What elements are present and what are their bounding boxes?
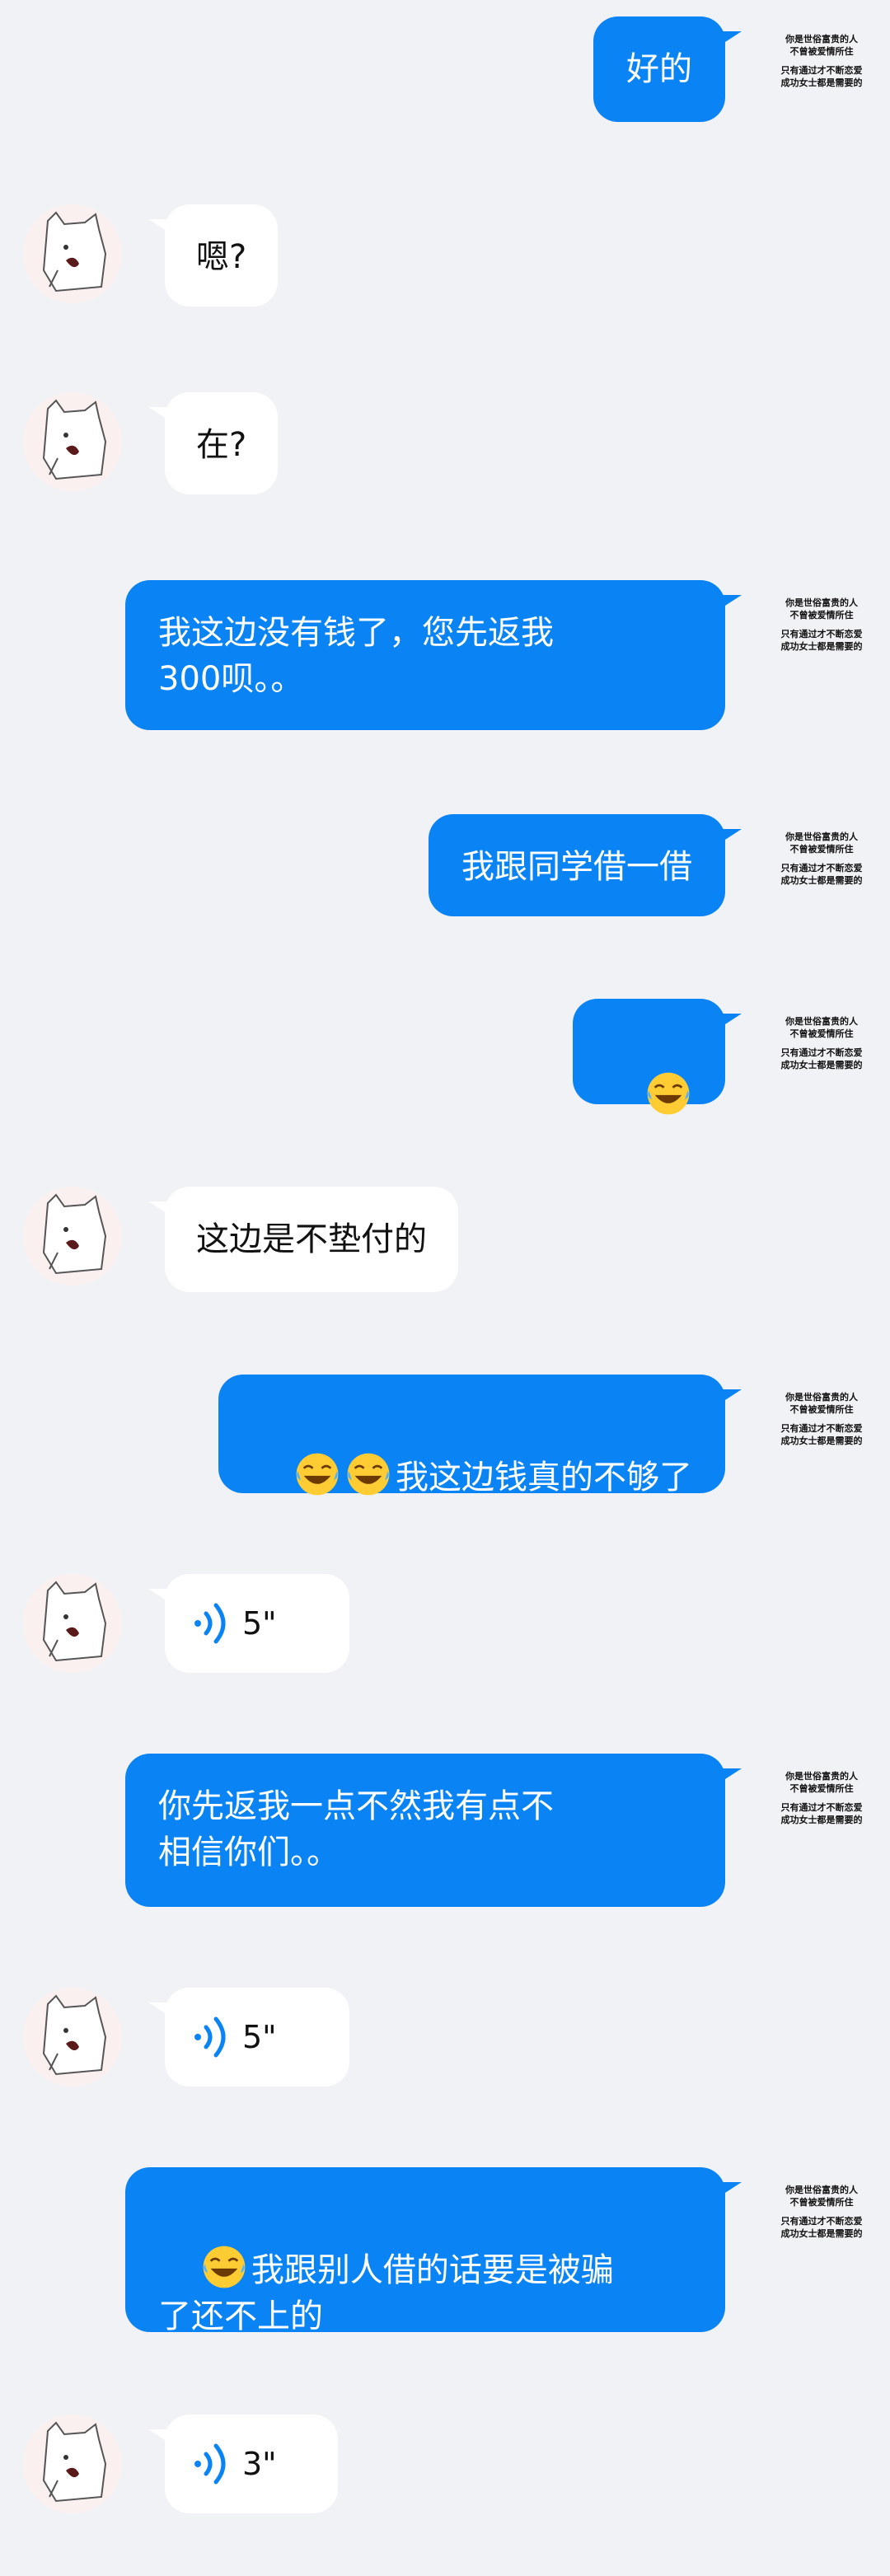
laughing-tears-emoji-icon (203, 2246, 246, 2288)
avatar[interactable] (23, 1988, 122, 2087)
message-text: 我这边钱真的不够了 (396, 1459, 692, 1496)
message-bubble-outgoing[interactable]: 我这边钱真的不够了 (218, 1375, 742, 1496)
side-tag-line: 不曾被爱情所住 (789, 46, 854, 57)
cat-avatar-icon (42, 211, 107, 293)
message-bubble-outgoing[interactable]: 好的 (593, 16, 742, 122)
side-tag-line: 不曾被爱情所住 (789, 610, 854, 621)
side-tag: 你是世俗富贵的人 不曾被爱情所住 只有通过才不断恋爱 成功女士都是需要的 (768, 831, 875, 887)
side-tag-line: 你是世俗富贵的人 (785, 831, 858, 842)
side-tag-line: 成功女士都是需要的 (780, 1815, 863, 1825)
side-tag-line: 成功女士都是需要的 (780, 1436, 863, 1446)
message-bubble-outgoing[interactable]: 我跟别人借的话要是被骗 了还不上的 (125, 2167, 742, 2335)
voice-wave-icon (194, 1603, 226, 1644)
side-tag-line: 成功女士都是需要的 (780, 2228, 863, 2239)
voice-wave-icon (194, 2016, 226, 2058)
side-tag-line: 只有通过才不断恋爱 (780, 1047, 863, 1058)
voice-duration: 5" (242, 1605, 277, 1642)
side-tag: 你是世俗富贵的人 不曾被爱情所住 只有通过才不断恋爱 成功女士都是需要的 (768, 597, 875, 653)
message-bubble-outgoing[interactable]: 你先返我一点不然我有点不 相信你们。。 (125, 1754, 742, 1907)
side-tag: 你是世俗富贵的人 不曾被爱情所住 只有通过才不断恋爱 成功女士都是需要的 (768, 33, 875, 89)
side-tag-line: 不曾被爱情所住 (789, 844, 854, 855)
avatar[interactable] (23, 2414, 122, 2513)
side-tag: 你是世俗富贵的人 不曾被爱情所住 只有通过才不断恋爱 成功女士都是需要的 (768, 1015, 875, 1071)
side-tag-line: 只有通过才不断恋爱 (780, 629, 863, 639)
side-tag: 你是世俗富贵的人 不曾被爱情所住 只有通过才不断恋爱 成功女士都是需要的 (768, 2184, 875, 2240)
voice-duration: 5" (242, 2019, 277, 2055)
side-tag-line: 你是世俗富贵的人 (785, 1392, 858, 1403)
side-tag-line: 成功女士都是需要的 (780, 1060, 863, 1070)
side-tag-line: 不曾被爱情所住 (789, 1783, 854, 1794)
side-tag-line: 只有通过才不断恋爱 (780, 863, 863, 873)
voice-message[interactable]: 3" (148, 2414, 338, 2513)
message-bubble-outgoing[interactable]: 我跟同学借一借 (429, 814, 742, 916)
side-tag-line: 只有通过才不断恋爱 (780, 65, 863, 76)
avatar[interactable] (23, 392, 122, 491)
laughing-tears-emoji-icon (347, 1453, 390, 1496)
side-tag: 你是世俗富贵的人 不曾被爱情所住 只有通过才不断恋爱 成功女士都是需要的 (768, 1770, 875, 1826)
laughing-tears-emoji-icon (647, 1072, 690, 1115)
cat-avatar-icon (42, 1581, 107, 1662)
message-bubble-outgoing[interactable]: 我这边没有钱了，您先返我 300呗。。 (125, 580, 742, 730)
side-tag-line: 你是世俗富贵的人 (785, 1771, 858, 1782)
voice-duration: 3" (242, 2446, 277, 2482)
side-tag-line: 你是世俗富贵的人 (785, 34, 858, 44)
avatar[interactable] (23, 1574, 122, 1673)
side-tag-line: 你是世俗富贵的人 (785, 1016, 858, 1027)
voice-message[interactable]: 5" (148, 1988, 349, 2087)
cat-avatar-icon (42, 1193, 107, 1275)
side-tag-line: 你是世俗富贵的人 (785, 2185, 858, 2195)
cat-avatar-icon (42, 2421, 107, 2503)
side-tag-line: 你是世俗富贵的人 (785, 597, 858, 608)
chat-thread: 好的 你是世俗富贵的人 不曾被爱情所住 只有通过才不断恋爱 成功女士都是需要的 … (0, 0, 890, 2576)
voice-message[interactable]: 5" (148, 1574, 349, 1673)
message-bubble-incoming[interactable]: 在? (148, 392, 279, 494)
side-tag-line: 只有通过才不断恋爱 (780, 1802, 863, 1813)
side-tag-line: 不曾被爱情所住 (789, 1404, 854, 1415)
message-bubble-incoming[interactable]: 这边是不垫付的 (148, 1187, 458, 1292)
message-bubble-incoming[interactable]: 嗯? (148, 204, 279, 307)
avatar[interactable] (23, 1187, 122, 1286)
side-tag-line: 成功女士都是需要的 (780, 77, 863, 88)
side-tag-line: 不曾被爱情所住 (789, 1028, 854, 1039)
message-bubble-outgoing[interactable] (573, 999, 742, 1115)
side-tag-line: 只有通过才不断恋爱 (780, 1423, 863, 1434)
cat-avatar-icon (42, 1994, 107, 2076)
side-tag: 你是世俗富贵的人 不曾被爱情所住 只有通过才不断恋爱 成功女士都是需要的 (768, 1391, 875, 1447)
cat-avatar-icon (42, 399, 107, 480)
voice-wave-icon (194, 2443, 226, 2485)
side-tag-line: 只有通过才不断恋爱 (780, 2216, 863, 2227)
side-tag-line: 成功女士都是需要的 (780, 875, 863, 886)
avatar[interactable] (23, 204, 122, 303)
side-tag-line: 不曾被爱情所住 (789, 2197, 854, 2208)
side-tag-line: 成功女士都是需要的 (780, 641, 863, 652)
laughing-tears-emoji-icon (296, 1453, 339, 1496)
